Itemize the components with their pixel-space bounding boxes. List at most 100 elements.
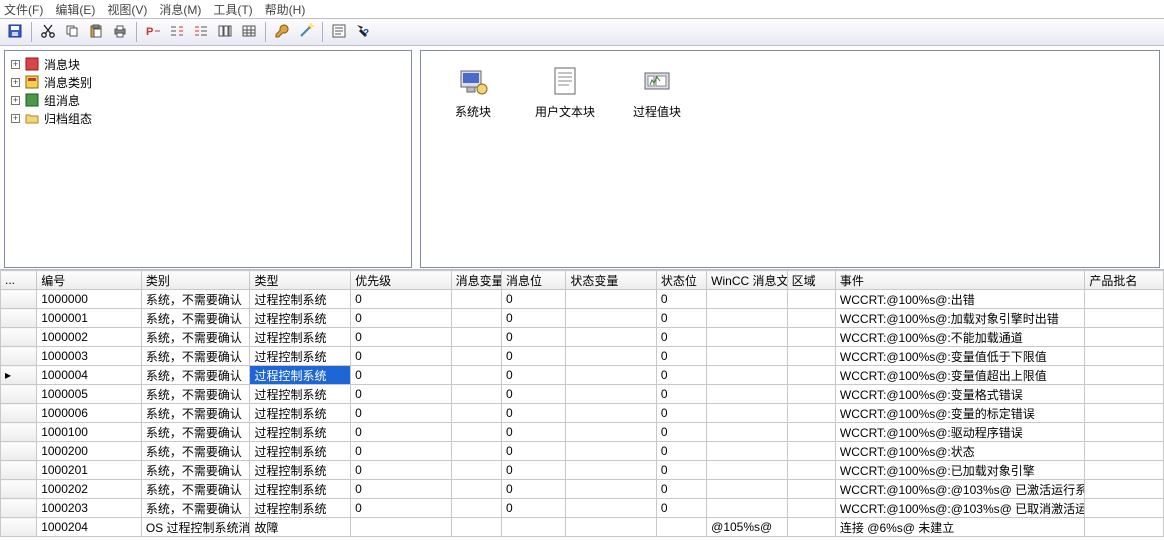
cell-prod[interactable] <box>1085 309 1164 328</box>
cell-id[interactable]: 1000003 <box>37 347 142 366</box>
cell-mb[interactable]: 0 <box>501 423 565 442</box>
cell-prod[interactable] <box>1085 480 1164 499</box>
col-header-4[interactable]: 优先级 <box>351 271 452 290</box>
cell-mv[interactable] <box>451 480 501 499</box>
cell-sb[interactable]: 0 <box>656 385 706 404</box>
cell-mv[interactable] <box>451 290 501 309</box>
cell-prod[interactable] <box>1085 290 1164 309</box>
tree-node-2[interactable]: +组消息 <box>7 91 409 109</box>
cell-sv[interactable] <box>566 461 657 480</box>
cell-pri[interactable]: 0 <box>351 423 452 442</box>
col-header-1[interactable]: 编号 <box>37 271 142 290</box>
cell-ev[interactable]: WCCRT:@100%s@:状态 <box>835 442 1085 461</box>
cell-type[interactable]: 过程控制系统 <box>250 461 351 480</box>
cell-ar[interactable] <box>787 366 835 385</box>
cell-prod[interactable] <box>1085 385 1164 404</box>
cell-sb[interactable]: 0 <box>656 347 706 366</box>
cell-ar[interactable] <box>787 404 835 423</box>
cell-type[interactable]: 过程控制系统 <box>250 366 351 385</box>
cell-cat[interactable]: 系统，不需要确认 <box>141 404 250 423</box>
cell-type[interactable]: 过程控制系统 <box>250 404 351 423</box>
cell-mv[interactable] <box>451 442 501 461</box>
cell-cat[interactable]: 系统，不需要确认 <box>141 480 250 499</box>
cell-w[interactable]: @105%s@ <box>707 518 787 537</box>
cell-mb[interactable] <box>501 518 565 537</box>
cell-cat[interactable]: 系统，不需要确认 <box>141 423 250 442</box>
cell-sv[interactable] <box>566 442 657 461</box>
cell-type[interactable]: 过程控制系统 <box>250 385 351 404</box>
cell-w[interactable] <box>707 309 787 328</box>
cell-sv[interactable] <box>566 347 657 366</box>
cell-type[interactable]: 过程控制系统 <box>250 442 351 461</box>
cell-w[interactable] <box>707 499 787 518</box>
menu-1[interactable]: 编辑(E) <box>55 1 95 18</box>
cell-sv[interactable] <box>566 480 657 499</box>
expand-icon[interactable]: + <box>11 96 20 105</box>
cell-mb[interactable]: 0 <box>501 385 565 404</box>
cell-ev[interactable]: WCCRT:@100%s@:@103%s@ 已激活运行系统 <box>835 480 1085 499</box>
cell-mb[interactable]: 0 <box>501 290 565 309</box>
cell-w[interactable] <box>707 461 787 480</box>
menu-2[interactable]: 视图(V) <box>107 1 147 18</box>
menu-0[interactable]: 文件(F) <box>4 1 43 18</box>
cell-w[interactable] <box>707 442 787 461</box>
paste-button[interactable] <box>85 21 107 43</box>
message-grid[interactable]: ...编号类别类型优先级消息变量消息位状态变量状态位WinCC 消息文区域事件产… <box>0 270 1164 537</box>
expand-icon[interactable]: + <box>11 114 20 123</box>
col-header-9[interactable]: WinCC 消息文 <box>707 271 787 290</box>
cell-ev[interactable]: WCCRT:@100%s@:加载对象引擎时出错 <box>835 309 1085 328</box>
wrench-button[interactable] <box>271 21 293 43</box>
cell-sv[interactable] <box>566 290 657 309</box>
cell-id[interactable]: 1000001 <box>37 309 142 328</box>
cell-id[interactable]: 1000005 <box>37 385 142 404</box>
cell-pri[interactable]: 0 <box>351 404 452 423</box>
cell-cat[interactable]: 系统，不需要确认 <box>141 461 250 480</box>
cell-prod[interactable] <box>1085 499 1164 518</box>
cell-cat[interactable]: OS 过程控制系统消息 <box>141 518 250 537</box>
cell-sb[interactable]: 0 <box>656 290 706 309</box>
cell-cat[interactable]: 系统，不需要确认 <box>141 309 250 328</box>
cell-mb[interactable]: 0 <box>501 347 565 366</box>
cell-ev[interactable]: WCCRT:@100%s@:出错 <box>835 290 1085 309</box>
cell-ar[interactable] <box>787 290 835 309</box>
cell-cat[interactable]: 系统，不需要确认 <box>141 290 250 309</box>
col-header-3[interactable]: 类型 <box>250 271 351 290</box>
cell-mv[interactable] <box>451 309 501 328</box>
bigicon-user[interactable]: 用户文本块 <box>533 65 597 120</box>
cell-w[interactable] <box>707 385 787 404</box>
cell-ev[interactable]: WCCRT:@100%s@:变量值超出上限值 <box>835 366 1085 385</box>
cell-cat[interactable]: 系统，不需要确认 <box>141 347 250 366</box>
cell-type[interactable]: 过程控制系统 <box>250 328 351 347</box>
cell-type[interactable]: 过程控制系统 <box>250 290 351 309</box>
cell-mv[interactable] <box>451 385 501 404</box>
cell-ar[interactable] <box>787 499 835 518</box>
cell-ar[interactable] <box>787 518 835 537</box>
cell-mb[interactable]: 0 <box>501 328 565 347</box>
row-header[interactable] <box>1 499 37 518</box>
cell-pri[interactable]: 0 <box>351 461 452 480</box>
cell-sb[interactable]: 0 <box>656 328 706 347</box>
cell-w[interactable] <box>707 480 787 499</box>
row-header[interactable] <box>1 518 37 537</box>
cut-button[interactable] <box>37 21 59 43</box>
row-header[interactable] <box>1 461 37 480</box>
cell-sv[interactable] <box>566 309 657 328</box>
save-button[interactable] <box>4 21 26 43</box>
cell-w[interactable] <box>707 404 787 423</box>
col-header-11[interactable]: 事件 <box>835 271 1085 290</box>
cell-mv[interactable] <box>451 404 501 423</box>
col-header-12[interactable]: 产品批名 <box>1085 271 1164 290</box>
menu-5[interactable]: 帮助(H) <box>265 1 306 18</box>
cell-id[interactable]: 1000204 <box>37 518 142 537</box>
cell-ar[interactable] <box>787 423 835 442</box>
cell-w[interactable] <box>707 366 787 385</box>
table-row[interactable]: 1000204OS 过程控制系统消息故障@105%s@连接 @6%s@ 未建立 <box>1 518 1164 537</box>
cell-sv[interactable] <box>566 499 657 518</box>
expand-icon[interactable]: + <box>11 78 20 87</box>
cell-pri[interactable]: 0 <box>351 385 452 404</box>
cell-mv[interactable] <box>451 347 501 366</box>
col-header-8[interactable]: 状态位 <box>656 271 706 290</box>
cell-ev[interactable]: WCCRT:@100%s@:已加载对象引擎 <box>835 461 1085 480</box>
cell-mb[interactable]: 0 <box>501 442 565 461</box>
cell-id[interactable]: 1000200 <box>37 442 142 461</box>
